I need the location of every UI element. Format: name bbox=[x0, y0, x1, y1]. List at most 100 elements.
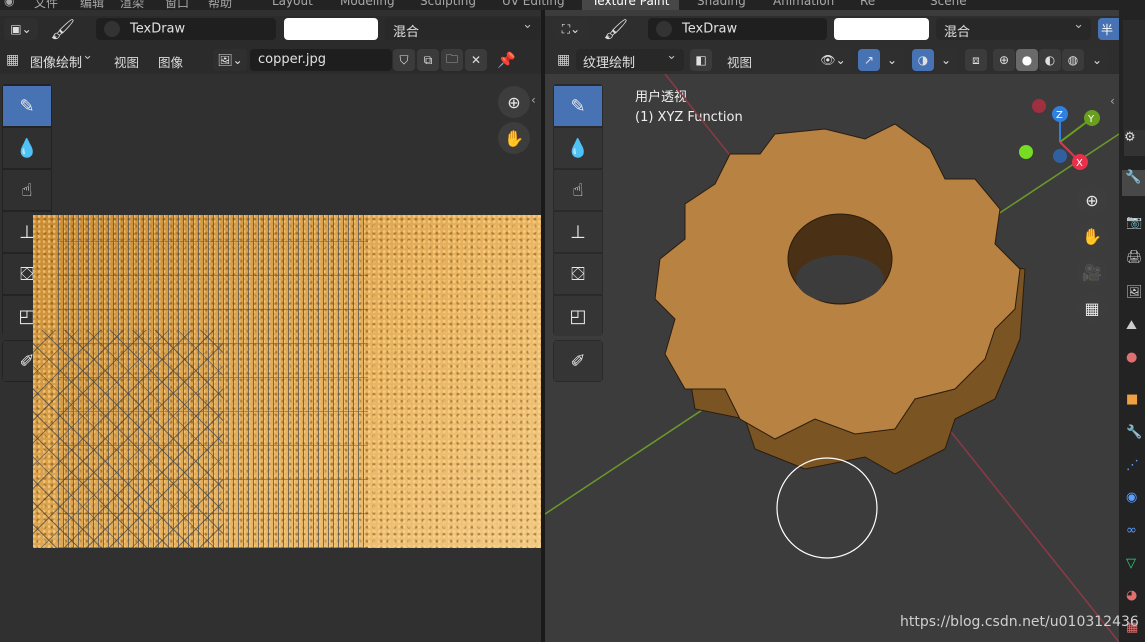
viewport-brush-color-swatch[interactable] bbox=[834, 18, 929, 40]
open-folder-icon[interactable]: 🗀 bbox=[441, 49, 463, 71]
properties-tab-modifier-icon[interactable]: 🔧 bbox=[1126, 425, 1142, 440]
ortho-toggle-icon[interactable]: ▦ bbox=[1076, 292, 1108, 324]
shading-rendered-icon[interactable]: ◍ bbox=[1062, 49, 1084, 71]
navigation-gizmo[interactable]: Z Y X bbox=[1010, 92, 1100, 182]
properties-tab-constraints-icon[interactable]: ∞ bbox=[1126, 523, 1137, 538]
overlays-toggle-icon[interactable]: ◑ bbox=[912, 49, 934, 71]
blend-mode-dropdown[interactable]: 混合 bbox=[385, 17, 540, 40]
properties-tab-view-layer-icon[interactable]: 🖼 bbox=[1126, 285, 1143, 300]
properties-tab-scene-icon[interactable]: ⛰ bbox=[1126, 318, 1137, 333]
gizmo-x-label: X bbox=[1076, 158, 1083, 169]
shading-dropdown-icon[interactable]: ⌄ bbox=[1086, 49, 1108, 71]
overlays-dropdown-icon[interactable]: ⌄ bbox=[935, 49, 957, 71]
mask-toggle-icon[interactable]: ◧ bbox=[690, 49, 712, 71]
viewport-brush-preview-icon bbox=[656, 21, 672, 37]
workspace-bar: ◉ 文件 编辑 渲染 窗口 帮助 Layout Modeling Sculpti… bbox=[0, 0, 1145, 10]
properties-tab-particles-icon[interactable]: ⋰ bbox=[1126, 458, 1139, 473]
menu-help[interactable]: 帮助 bbox=[208, 0, 232, 10]
gizmo-z-label: Z bbox=[1056, 110, 1063, 121]
new-image-icon[interactable]: ⧉ bbox=[417, 49, 439, 71]
texture-paint-mode-dropdown[interactable]: 纹理绘制 bbox=[576, 48, 684, 71]
image-paint-mode-dropdown[interactable]: 图像绘制 bbox=[24, 48, 100, 71]
texture-paint-mode-icon: ▦ bbox=[557, 52, 571, 68]
brush-cursor-circle bbox=[776, 457, 878, 559]
outliner-area bbox=[1123, 20, 1145, 130]
gizmo-toggle-icon[interactable]: ↗ bbox=[858, 49, 880, 71]
blend-mode-label: 混合 bbox=[393, 25, 420, 40]
menu-image[interactable]: 图像 bbox=[158, 52, 183, 71]
properties-tab-render-icon[interactable]: 📷 bbox=[1126, 215, 1142, 230]
shading-material-icon[interactable]: ◐ bbox=[1039, 49, 1061, 71]
image-name-field[interactable]: copper.jpg bbox=[250, 49, 392, 71]
gear-mesh bbox=[654, 123, 1026, 475]
gear-hole-floor bbox=[796, 255, 884, 303]
viewport-menu-view[interactable]: 视图 bbox=[727, 52, 752, 71]
visibility-eye-icon[interactable]: 👁⌄ bbox=[815, 49, 851, 71]
image-browse-icon[interactable]: 🖼⌄ bbox=[213, 49, 247, 71]
tab-animation[interactable]: Animation bbox=[773, 0, 834, 8]
properties-tab-object-icon[interactable]: ■ bbox=[1126, 392, 1138, 407]
tool-soften-icon[interactable]: 💧 bbox=[3, 128, 51, 168]
properties-tab-active-tool-icon[interactable]: 🔧 bbox=[1122, 170, 1145, 196]
properties-tab-world-icon[interactable]: ● bbox=[1126, 350, 1137, 365]
zoom-icon[interactable]: ⊕ bbox=[498, 86, 530, 118]
properties-tab-data-icon[interactable]: ▽ bbox=[1126, 556, 1136, 571]
tab-sculpting[interactable]: Sculpting bbox=[420, 0, 476, 8]
tab-layout[interactable]: Layout bbox=[272, 0, 313, 8]
menu-window[interactable]: 窗口 bbox=[165, 0, 189, 10]
editor-type-icon[interactable]: ▣⌄ bbox=[4, 18, 38, 40]
gizmo-dropdown-icon[interactable]: ⌄ bbox=[881, 49, 903, 71]
properties-tab-physics-icon[interactable]: ◉ bbox=[1126, 490, 1137, 505]
image-paint-mode-label: 图像绘制 bbox=[30, 56, 83, 71]
pan-hand-icon[interactable]: ✋ bbox=[498, 122, 530, 154]
menu-edit[interactable]: 编辑 bbox=[80, 0, 104, 10]
xray-toggle-icon[interactable]: ⧈ bbox=[965, 49, 987, 71]
gizmo-neg-x-icon bbox=[1032, 99, 1046, 113]
half-button[interactable]: 半 bbox=[1098, 18, 1119, 40]
brush-name: TexDraw bbox=[130, 21, 186, 37]
shading-wireframe-icon[interactable]: ⊕ bbox=[993, 49, 1015, 71]
viewport-editor-type-icon[interactable]: ⛶⌄ bbox=[553, 18, 589, 40]
tool-smear-icon[interactable]: ☝ bbox=[3, 170, 51, 210]
properties-tab-tool-icon[interactable]: ⚙ bbox=[1124, 130, 1145, 156]
properties-tab-output-icon[interactable]: 🖨 bbox=[1126, 250, 1143, 265]
sidebar-toggle-icon[interactable]: ‹ bbox=[531, 93, 536, 107]
scene-selector[interactable]: Scene bbox=[930, 0, 967, 8]
fake-user-shield-icon[interactable]: ⛉ bbox=[393, 49, 415, 71]
tool-draw-icon[interactable]: ✎ bbox=[3, 86, 51, 126]
brush-color-swatch[interactable] bbox=[284, 18, 378, 40]
menu-view[interactable]: 视图 bbox=[114, 52, 139, 71]
viewport-blend-mode-dropdown[interactable]: 混合 bbox=[936, 17, 1091, 40]
blender-logo-icon[interactable]: ◉ bbox=[4, 0, 14, 8]
viewport-brush-name: TexDraw bbox=[682, 21, 738, 37]
watermark-text: https://blog.csdn.net/u010312436 bbox=[900, 614, 1139, 630]
tab-uv-editing[interactable]: UV Editing bbox=[502, 0, 565, 8]
brush-preview-icon bbox=[104, 21, 120, 37]
viewport-blend-mode-label: 混合 bbox=[944, 25, 971, 40]
tab-more[interactable]: Re bbox=[860, 0, 875, 8]
image-name: copper.jpg bbox=[258, 52, 327, 67]
gizmo-neg-z-icon bbox=[1053, 149, 1067, 163]
unlink-close-icon[interactable]: ✕ bbox=[465, 49, 487, 71]
tab-modeling[interactable]: Modeling bbox=[340, 0, 395, 8]
pin-icon[interactable]: 📌 bbox=[497, 51, 516, 69]
tab-shading[interactable]: Shading bbox=[697, 0, 746, 8]
shading-solid-icon[interactable]: ● bbox=[1016, 49, 1038, 71]
viewport-brush-icon[interactable]: 🖌 bbox=[603, 17, 628, 41]
tab-texture-paint[interactable]: Texture Paint bbox=[582, 0, 680, 10]
viewport-pan-icon[interactable]: ✋ bbox=[1076, 220, 1108, 252]
brush-name-field[interactable]: TexDraw bbox=[96, 18, 276, 40]
texture-paint-mode-label: 纹理绘制 bbox=[583, 56, 636, 71]
viewport-zoom-icon[interactable]: ⊕ bbox=[1076, 184, 1108, 216]
brush-icon[interactable]: 🖌 bbox=[50, 17, 75, 41]
menu-render[interactable]: 渲染 bbox=[120, 0, 144, 10]
paint-mode-icon: ▦ bbox=[6, 52, 20, 68]
gizmo-y-label: Y bbox=[1087, 114, 1095, 125]
viewport-brush-name-field[interactable]: TexDraw bbox=[648, 18, 827, 40]
viewport-sidebar-toggle-icon[interactable]: ‹ bbox=[1110, 94, 1115, 108]
properties-tab-material-icon[interactable]: ◕ bbox=[1126, 588, 1137, 603]
uv-triangles-overlay bbox=[33, 330, 223, 548]
camera-view-icon[interactable]: 🎥 bbox=[1076, 256, 1108, 288]
menu-file[interactable]: 文件 bbox=[34, 0, 58, 10]
gizmo-neg-y-icon bbox=[1019, 145, 1033, 159]
